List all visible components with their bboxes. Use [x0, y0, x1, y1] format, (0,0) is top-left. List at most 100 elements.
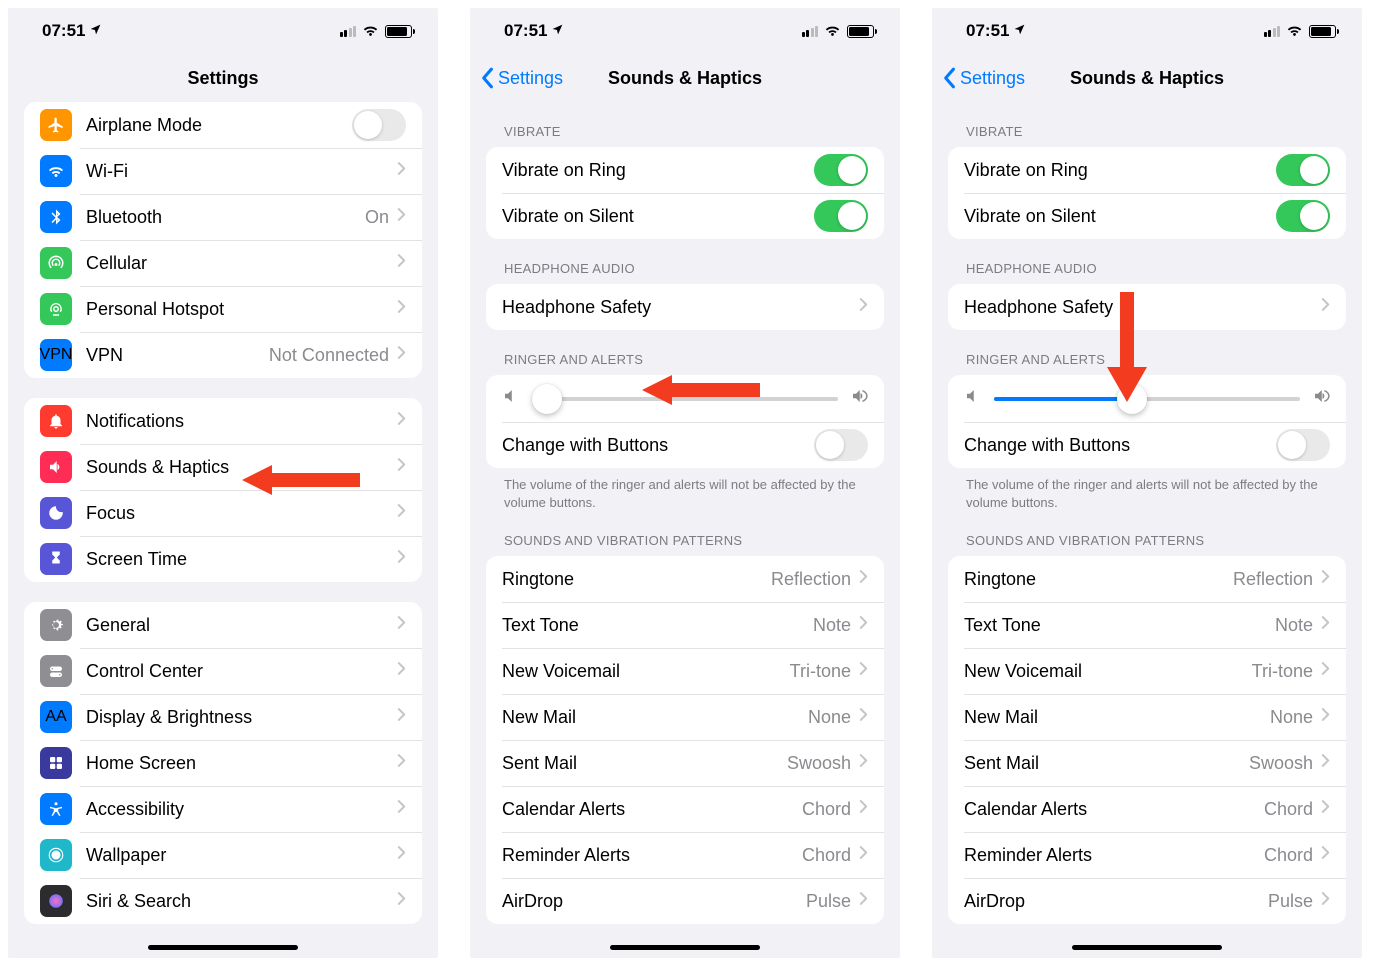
sound-pattern-row[interactable]: AirDrop Pulse [948, 878, 1346, 924]
volume-low-icon [964, 387, 982, 410]
back-button[interactable]: Settings [942, 67, 1025, 89]
row-label: New Voicemail [964, 661, 1252, 682]
ringer-volume-slider-row [948, 375, 1346, 422]
settings-row[interactable]: Siri & Search [24, 878, 422, 924]
row-value: Swoosh [1249, 753, 1313, 774]
sound-pattern-row[interactable]: New Voicemail Tri-tone [486, 648, 884, 694]
wifi-icon [362, 21, 379, 41]
toggle-switch[interactable] [352, 109, 406, 141]
row-value: Not Connected [269, 345, 389, 366]
status-bar: 07:51 [932, 8, 1362, 54]
row-label: Notifications [86, 411, 397, 432]
settings-row[interactable]: Accessibility [24, 786, 422, 832]
sound-pattern-row[interactable]: Ringtone Reflection [948, 556, 1346, 602]
sound-pattern-row[interactable]: Ringtone Reflection [486, 556, 884, 602]
section-header-vibrate: VIBRATE [470, 102, 900, 147]
settings-row[interactable]: Bluetooth On [24, 194, 422, 240]
chevron-right-icon [397, 161, 406, 181]
row-label: Personal Hotspot [86, 299, 397, 320]
toggle-switch[interactable] [814, 429, 868, 461]
toggle-switch[interactable] [814, 154, 868, 186]
settings-row[interactable]: AA Display & Brightness [24, 694, 422, 740]
chevron-right-icon [1321, 661, 1330, 681]
settings-row[interactable]: Home Screen [24, 740, 422, 786]
toggle-switch[interactable] [814, 200, 868, 232]
list-row[interactable]: Vibrate on Ring [486, 147, 884, 193]
row-value: Chord [802, 799, 851, 820]
list-row[interactable]: Vibrate on Ring [948, 147, 1346, 193]
sound-pattern-row[interactable]: Calendar Alerts Chord [486, 786, 884, 832]
sound-pattern-row[interactable]: Sent Mail Swoosh [486, 740, 884, 786]
row-value: None [1270, 707, 1313, 728]
section-header-patterns: SOUNDS AND VIBRATION PATTERNS [932, 511, 1362, 556]
row-value: Tri-tone [1252, 661, 1313, 682]
settings-row[interactable]: Personal Hotspot [24, 286, 422, 332]
row-label: Vibrate on Silent [502, 206, 814, 227]
row-label: AirDrop [502, 891, 806, 912]
row-value: Tri-tone [790, 661, 851, 682]
row-label: Headphone Safety [964, 297, 1321, 318]
settings-row[interactable]: Wi-Fi [24, 148, 422, 194]
list-row[interactable]: Headphone Safety [948, 284, 1346, 330]
settings-row[interactable]: Notifications [24, 398, 422, 444]
aa-icon: AA [40, 701, 72, 733]
chevron-right-icon [1321, 753, 1330, 773]
sound-pattern-row[interactable]: Calendar Alerts Chord [948, 786, 1346, 832]
settings-row[interactable]: Airplane Mode [24, 102, 422, 148]
back-button[interactable]: Settings [480, 67, 563, 89]
row-label: Sent Mail [502, 753, 787, 774]
change-with-buttons-row[interactable]: Change with Buttons [948, 422, 1346, 468]
change-with-buttons-row[interactable]: Change with Buttons [486, 422, 884, 468]
row-label: Cellular [86, 253, 397, 274]
chevron-right-icon [397, 549, 406, 569]
row-value: Reflection [1233, 569, 1313, 590]
screenshot-sounds-haptics-mid: 07:51 Settings Sounds & Haptics VIBRATE … [932, 8, 1362, 958]
bell-icon [40, 405, 72, 437]
chevron-right-icon [397, 799, 406, 819]
nav-bar: Settings [8, 54, 438, 102]
sound-pattern-row[interactable]: Reminder Alerts Chord [948, 832, 1346, 878]
row-label: Sent Mail [964, 753, 1249, 774]
chevron-right-icon [1321, 891, 1330, 911]
sound-pattern-row[interactable]: Reminder Alerts Chord [486, 832, 884, 878]
row-value: On [365, 207, 389, 228]
status-time: 07:51 [504, 21, 547, 41]
settings-row[interactable]: General [24, 602, 422, 648]
settings-row[interactable]: Sounds & Haptics [24, 444, 422, 490]
row-label: Ringtone [964, 569, 1233, 590]
list-row[interactable]: Vibrate on Silent [948, 193, 1346, 239]
chevron-right-icon [397, 207, 406, 227]
sound-pattern-row[interactable]: New Voicemail Tri-tone [948, 648, 1346, 694]
home-indicator [148, 945, 298, 950]
ringer-volume-slider[interactable] [532, 397, 838, 401]
sound-pattern-row[interactable]: Text Tone Note [948, 602, 1346, 648]
airplane-icon [40, 109, 72, 141]
chevron-right-icon [1321, 615, 1330, 635]
settings-row[interactable]: VPN VPN Not Connected [24, 332, 422, 378]
list-row[interactable]: Headphone Safety [486, 284, 884, 330]
toggle-switch[interactable] [1276, 200, 1330, 232]
settings-row[interactable]: Screen Time [24, 536, 422, 582]
settings-row[interactable]: Focus [24, 490, 422, 536]
row-label: General [86, 615, 397, 636]
wifi-icon [1286, 21, 1303, 41]
chevron-right-icon [397, 891, 406, 911]
sound-pattern-row[interactable]: New Mail None [486, 694, 884, 740]
sound-pattern-row[interactable]: AirDrop Pulse [486, 878, 884, 924]
sound-pattern-row[interactable]: Sent Mail Swoosh [948, 740, 1346, 786]
toggle-switch[interactable] [1276, 154, 1330, 186]
back-label: Settings [498, 68, 563, 89]
location-icon [551, 21, 564, 41]
settings-row[interactable]: Wallpaper [24, 832, 422, 878]
list-row[interactable]: Vibrate on Silent [486, 193, 884, 239]
section-header-ringer: RINGER AND ALERTS [470, 330, 900, 375]
sound-pattern-row[interactable]: New Mail None [948, 694, 1346, 740]
settings-row[interactable]: Control Center [24, 648, 422, 694]
row-label: VPN [86, 345, 269, 366]
sound-pattern-row[interactable]: Text Tone Note [486, 602, 884, 648]
ringer-volume-slider[interactable] [994, 397, 1300, 401]
settings-row[interactable]: Cellular [24, 240, 422, 286]
chevron-right-icon [397, 707, 406, 727]
hourglass-icon [40, 543, 72, 575]
toggle-switch[interactable] [1276, 429, 1330, 461]
